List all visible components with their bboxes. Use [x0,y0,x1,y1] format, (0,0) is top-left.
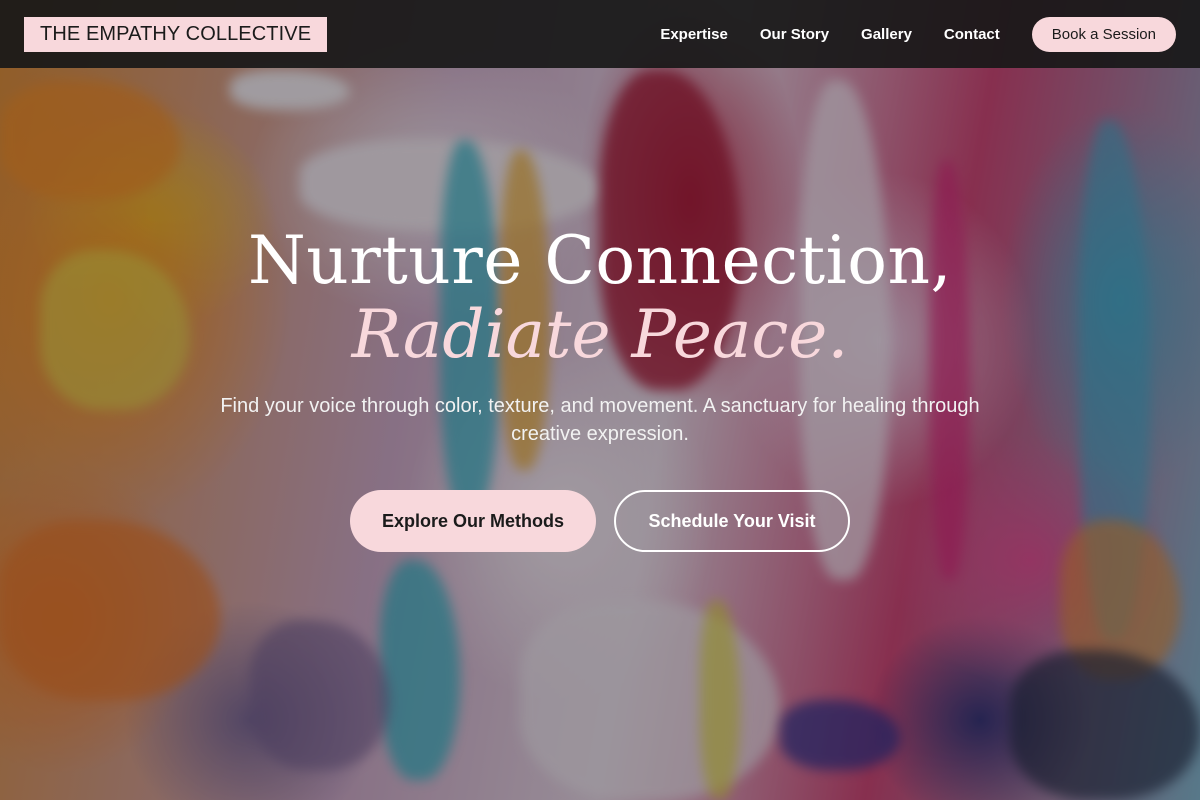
schedule-visit-button[interactable]: Schedule Your Visit [614,490,850,552]
main-nav: Expertise Our Story Gallery Contact Book… [660,16,1176,52]
brand-logo[interactable]: THE EMPATHY COLLECTIVE [24,16,328,52]
site-header: THE EMPATHY COLLECTIVE Expertise Our Sto… [0,0,1200,68]
hero-headline-line-2: Radiate Peace. [351,296,849,373]
nav-link-contact[interactable]: Contact [944,26,1000,43]
explore-methods-button[interactable]: Explore Our Methods [350,490,596,552]
nav-link-expertise[interactable]: Expertise [660,26,728,43]
nav-link-gallery[interactable]: Gallery [861,26,912,43]
nav-link-our-story[interactable]: Our Story [760,26,829,43]
hero-cta-row: Explore Our Methods Schedule Your Visit [0,490,1200,552]
book-session-button[interactable]: Book a Session [1031,16,1176,52]
hero-subheadline: Find your voice through color, texture, … [220,395,980,445]
hero-headline-line-1: Nurture Connection, [247,222,953,299]
hero-headline: Nurture Connection, Radiate Peace. [0,228,1200,368]
hero-section: Nurture Connection, Radiate Peace. Find … [0,228,1200,552]
